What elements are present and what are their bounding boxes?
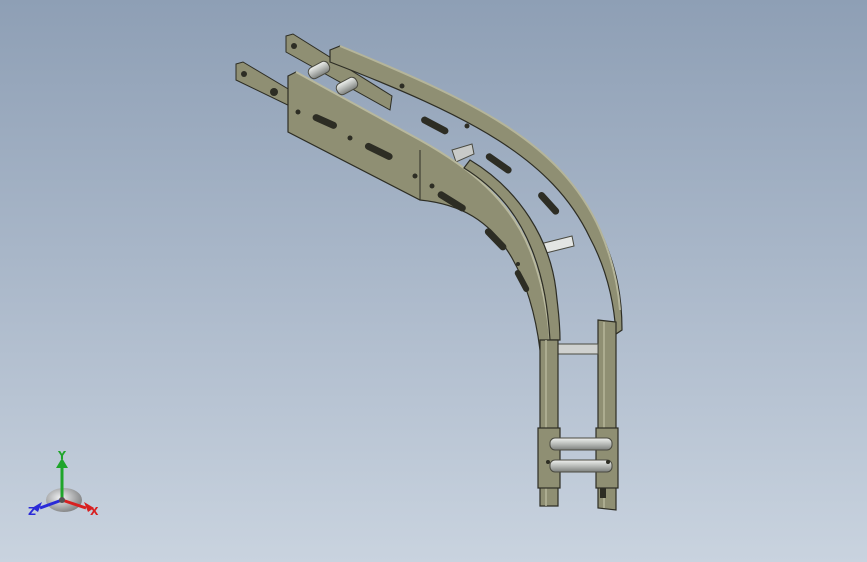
triad-x-label: X [90,505,99,518]
triad-y-label: Y [58,449,66,462]
bottom-end-assembly [537,427,619,498]
curved-conveyor-frame-model[interactable] [0,0,867,562]
reference-triad: Y Z X [22,448,106,522]
cad-graphics-viewport[interactable]: Y Z X [0,0,867,562]
triad-z-label: Z [28,505,36,518]
